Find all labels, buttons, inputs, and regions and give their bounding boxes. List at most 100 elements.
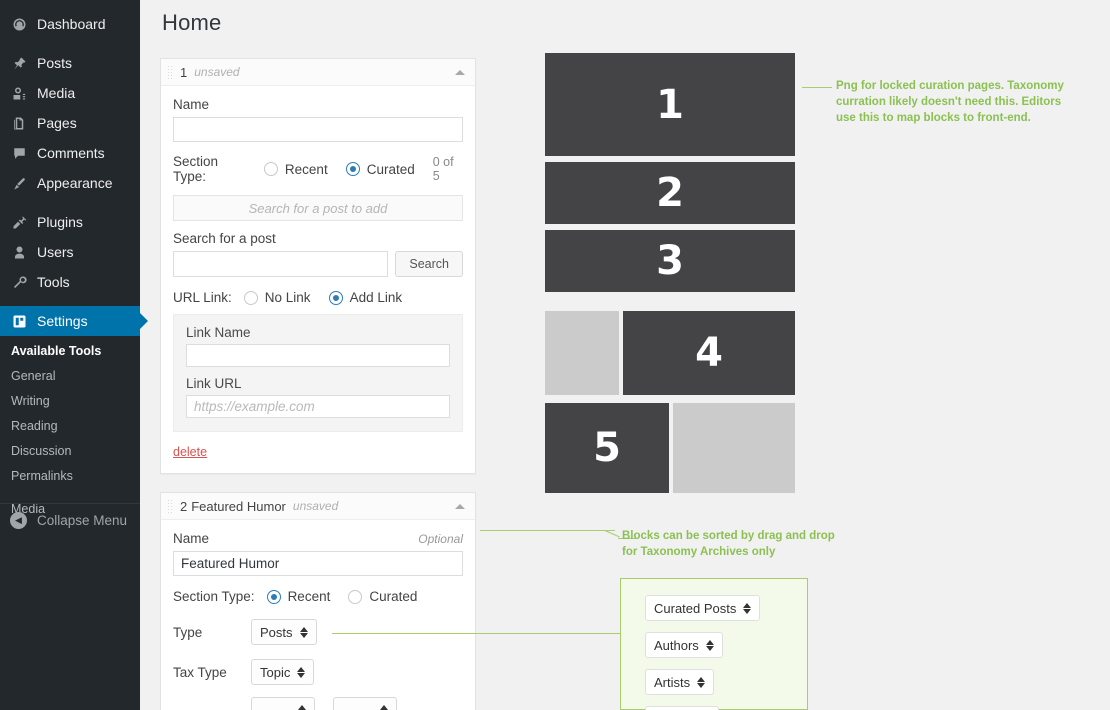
panel-2-header[interactable]: 2 Featured Humor unsaved bbox=[161, 493, 475, 520]
panel-1-search-row: Search bbox=[173, 251, 463, 277]
panel-2-tax-type-value: Topic bbox=[260, 664, 291, 680]
panel-1-body: Name Section Type: Recent Curated 0 of 5… bbox=[161, 86, 475, 473]
annotation-2-text: Blocks can be sorted by drag and drop fo… bbox=[622, 530, 835, 558]
panel-1-url-link-row: URL Link: No Link Add Link bbox=[173, 290, 463, 305]
annotation-2-connector-angle bbox=[604, 530, 620, 538]
panel-1-number: 1 bbox=[180, 64, 188, 80]
panel-2-name-input[interactable] bbox=[173, 551, 463, 576]
panel-1-link-url-input[interactable] bbox=[186, 395, 450, 418]
sidebar-item-label: Tools bbox=[37, 274, 70, 290]
panel-1-header[interactable]: 1 unsaved bbox=[161, 59, 475, 86]
panel-2-extra-select-1[interactable] bbox=[251, 697, 315, 710]
sidebar-item-label: Users bbox=[37, 244, 74, 260]
panel-2-tax-type-select[interactable]: Topic bbox=[251, 659, 315, 685]
sidebar-gap-2 bbox=[0, 198, 140, 207]
annotation-1-connector bbox=[802, 87, 832, 88]
submenu-item-available-tools[interactable]: Available Tools bbox=[0, 339, 140, 364]
sidebar-item-users[interactable]: Users bbox=[0, 237, 140, 267]
sidebar-item-media[interactable]: Media bbox=[0, 78, 140, 108]
comment-icon bbox=[10, 144, 28, 162]
layout-block-4: 4 bbox=[623, 311, 795, 395]
layout-block-3: 3 bbox=[545, 230, 795, 292]
panel-1-radio-no-link[interactable]: No Link bbox=[243, 290, 311, 305]
sidebar-item-posts[interactable]: Posts bbox=[0, 48, 140, 78]
layout-block-2: 2 bbox=[545, 162, 795, 224]
layout-block-1: 1 bbox=[545, 53, 795, 156]
submenu-item-general[interactable]: General bbox=[0, 364, 140, 389]
panel-1-search-add-field[interactable]: Search for a post to add bbox=[173, 195, 463, 221]
panel-1-status: unsaved bbox=[194, 65, 240, 79]
collapse-menu-button[interactable]: ◀ Collapse Menu bbox=[0, 503, 140, 537]
panel-2-body: Name Optional Section Type: Recent Curat… bbox=[161, 520, 475, 710]
panel-2-type-select[interactable]: Posts bbox=[251, 619, 317, 645]
section-panel-1: 1 unsaved Name Section Type: Recent Cura… bbox=[160, 58, 476, 474]
sidebar-item-label: Pages bbox=[37, 115, 77, 131]
panel-2-name-optional: Optional bbox=[418, 532, 463, 546]
panel-1-radio-recent[interactable]: Recent bbox=[263, 161, 328, 177]
annotation-1-text: Png for locked curation pages. Taxonomy … bbox=[836, 80, 1064, 124]
sidebar-top-gap bbox=[0, 0, 140, 9]
sidebar-gap-1 bbox=[0, 39, 140, 48]
panel-1-url-link-label: URL Link: bbox=[173, 290, 232, 305]
spinner-icon bbox=[298, 704, 306, 710]
panel-2-type-label: Type bbox=[173, 624, 203, 640]
caret-up-icon[interactable] bbox=[455, 504, 465, 509]
sidebar-item-tools[interactable]: Tools bbox=[0, 267, 140, 297]
sidebar-item-label: Appearance bbox=[37, 175, 113, 191]
submenu-item-reading[interactable]: Reading bbox=[0, 414, 140, 439]
plug-icon bbox=[10, 213, 28, 231]
panel-2-radio-recent[interactable]: Recent bbox=[266, 589, 330, 604]
panel-2-name-label: Name bbox=[173, 531, 210, 546]
option-artists-label: Artists bbox=[654, 674, 691, 690]
spinner-icon bbox=[297, 666, 306, 678]
settings-submenu: Available Tools General Writing Reading … bbox=[0, 336, 140, 530]
green-box-connector bbox=[332, 633, 622, 634]
submenu-item-writing[interactable]: Writing bbox=[0, 389, 140, 414]
radio-icon bbox=[263, 162, 278, 176]
panel-2-extra-select-2[interactable] bbox=[333, 697, 397, 710]
layout-block-4-placeholder bbox=[545, 311, 619, 395]
submenu-item-permalinks[interactable]: Permalinks bbox=[0, 464, 140, 489]
drag-handle-icon[interactable] bbox=[167, 499, 174, 513]
panel-1-search-post-label: Search for a post bbox=[173, 231, 276, 246]
panel-2-extra-selects-row bbox=[173, 697, 463, 710]
sidebar-item-comments[interactable]: Comments bbox=[0, 138, 140, 168]
sidebar-item-dashboard[interactable]: Dashboard bbox=[0, 9, 140, 39]
option-artists[interactable]: Artists bbox=[645, 669, 715, 695]
caret-up-icon[interactable] bbox=[455, 70, 465, 75]
sidebar-item-label: Posts bbox=[37, 55, 73, 71]
panel-2-type-value: Posts bbox=[260, 624, 293, 640]
option-partial[interactable] bbox=[645, 706, 719, 710]
spinner-icon bbox=[697, 676, 706, 688]
panel-1-delete-link[interactable]: delete bbox=[173, 445, 207, 459]
panel-2-name-label-row: Name Optional bbox=[173, 531, 463, 551]
sidebar-item-appearance[interactable]: Appearance bbox=[0, 168, 140, 198]
panel-1-name-input[interactable] bbox=[173, 117, 463, 142]
sidebar-item-label: Settings bbox=[37, 313, 88, 329]
panel-1-radio-curated[interactable]: Curated bbox=[345, 162, 415, 177]
radio-icon-selected bbox=[328, 290, 343, 305]
panel-1-link-name-input[interactable] bbox=[186, 344, 450, 367]
panel-2-tax-type-row: Tax Type Topic bbox=[173, 659, 463, 685]
panel-1-search-input[interactable] bbox=[173, 251, 389, 277]
panel-1-radio-add-link[interactable]: Add Link bbox=[328, 290, 402, 305]
panel-2-radio-curated-label: Curated bbox=[369, 589, 418, 604]
radio-icon bbox=[348, 589, 363, 604]
panel-1-section-type-label: Section Type: bbox=[173, 154, 219, 184]
drag-handle-icon[interactable] bbox=[167, 65, 174, 79]
submenu-item-discussion[interactable]: Discussion bbox=[0, 439, 140, 464]
option-curated-posts[interactable]: Curated Posts bbox=[645, 595, 761, 621]
panel-1-radio-no-link-label: No Link bbox=[264, 290, 311, 305]
panel-1-search-button[interactable]: Search bbox=[395, 251, 463, 277]
options-popover: Curated Posts Authors Artists bbox=[620, 578, 808, 710]
layout-block-5: 5 bbox=[545, 403, 669, 493]
sidebar-item-label: Plugins bbox=[37, 214, 83, 230]
option-authors[interactable]: Authors bbox=[645, 632, 723, 658]
panel-2-radio-curated[interactable]: Curated bbox=[348, 589, 417, 604]
panel-1-radio-recent-label: Recent bbox=[284, 161, 328, 177]
sidebar-item-plugins[interactable]: Plugins bbox=[0, 207, 140, 237]
spinner-icon bbox=[743, 602, 752, 614]
wrench-icon bbox=[10, 273, 28, 291]
sidebar-item-pages[interactable]: Pages bbox=[0, 108, 140, 138]
sidebar-item-settings[interactable]: Settings bbox=[0, 306, 148, 336]
